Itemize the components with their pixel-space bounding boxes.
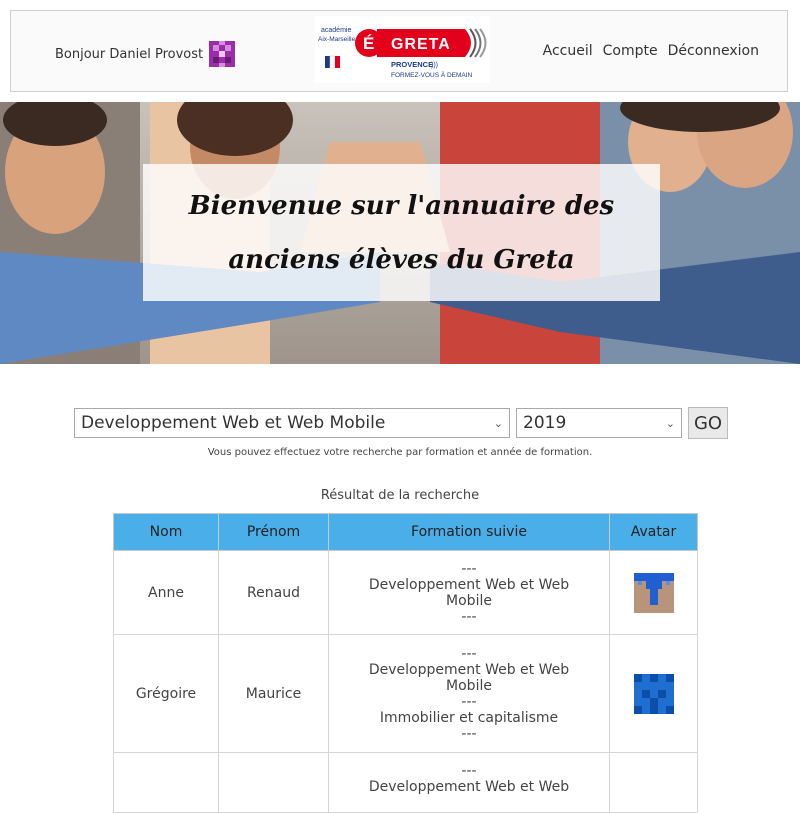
cell-prenom: Maurice bbox=[218, 634, 329, 753]
table-header-row: Nom Prénom Formation suivie Avatar bbox=[113, 513, 698, 551]
svg-text:))): ))) bbox=[431, 62, 438, 69]
cell-avatar bbox=[609, 752, 698, 813]
logo-slogan: FORMEZ-VOUS À DEMAIN bbox=[391, 70, 473, 79]
formation-line: --- bbox=[461, 693, 477, 710]
cell-avatar bbox=[609, 634, 698, 753]
nav-deconnexion[interactable]: Déconnexion bbox=[668, 43, 759, 59]
chevron-down-icon: ⌄ bbox=[493, 416, 503, 430]
column-header-nom: Nom bbox=[113, 513, 219, 551]
site-header: Bonjour Daniel Provost académie Aix-Mars… bbox=[10, 10, 788, 92]
table-row: Grégoire Maurice --- Developpement Web e… bbox=[113, 634, 698, 753]
cell-prenom: Renaud bbox=[218, 550, 329, 635]
logo-brand: GRETA bbox=[391, 36, 451, 53]
formation-line: Mobile bbox=[446, 592, 492, 609]
hero-title-box: Bienvenue sur l'annuaire des anciens élè… bbox=[143, 164, 660, 301]
formation-select-value: Developpement Web et Web Mobile bbox=[81, 413, 386, 433]
logo-academie-line1: académie bbox=[321, 27, 351, 34]
formation-line: --- bbox=[461, 608, 477, 625]
user-greeting: Bonjour Daniel Provost bbox=[55, 41, 236, 67]
svg-text:É: É bbox=[363, 34, 374, 53]
cell-avatar bbox=[609, 550, 698, 635]
search-hint: Vous pouvez effectuez votre recherche pa… bbox=[207, 447, 593, 458]
formation-line: Developpement Web et Web bbox=[368, 576, 570, 593]
search-form: Developpement Web et Web Mobile ⌄ 2019 ⌄… bbox=[74, 407, 728, 439]
greta-logo[interactable]: académie Aix-Marseille É GRETA PROVENCE … bbox=[315, 16, 490, 83]
avatar-blue-tan-icon bbox=[633, 572, 674, 613]
formation-line: Developpement Web et Web bbox=[368, 661, 570, 678]
column-header-formation: Formation suivie bbox=[328, 513, 610, 551]
formation-line: --- bbox=[461, 763, 477, 779]
table-row: Anne Renaud --- Developpement Web et Web… bbox=[113, 550, 698, 635]
cell-formation: --- Developpement Web et Web bbox=[328, 752, 610, 813]
results-title: Résultat de la recherche bbox=[320, 488, 480, 503]
cell-nom: Grégoire bbox=[113, 634, 219, 753]
main-nav: Accueil Compte Déconnexion bbox=[543, 43, 759, 59]
formation-line: --- bbox=[461, 645, 477, 662]
formation-line: --- bbox=[461, 725, 477, 742]
logo-region: PROVENCE bbox=[391, 60, 433, 69]
year-select[interactable]: 2019 ⌄ bbox=[516, 408, 682, 438]
nav-compte[interactable]: Compte bbox=[603, 43, 658, 59]
results-table: Nom Prénom Formation suivie Avatar Anne … bbox=[113, 513, 698, 813]
formation-line: Immobilier et capitalisme bbox=[379, 709, 559, 726]
table-row: --- Developpement Web et Web bbox=[113, 752, 698, 813]
user-avatar-icon bbox=[209, 41, 236, 67]
hero-title: Bienvenue sur l'annuaire des anciens élè… bbox=[188, 190, 615, 275]
nav-accueil[interactable]: Accueil bbox=[543, 43, 593, 59]
cell-formation: --- Developpement Web et Web Mobile --- … bbox=[328, 634, 610, 753]
greeting-text: Bonjour Daniel Provost bbox=[55, 46, 204, 62]
cell-prenom bbox=[218, 752, 329, 813]
cell-nom: Anne bbox=[113, 550, 219, 635]
formation-line: Developpement Web et Web bbox=[368, 779, 570, 795]
cell-formation: --- Developpement Web et Web Mobile --- bbox=[328, 550, 610, 635]
avatar-blue-pattern-icon bbox=[633, 673, 674, 714]
column-header-avatar: Avatar bbox=[609, 513, 698, 551]
logo-academie-line2: Aix-Marseille bbox=[318, 36, 356, 43]
cell-nom bbox=[113, 752, 219, 813]
column-header-prenom: Prénom bbox=[218, 513, 329, 551]
go-button[interactable]: GO bbox=[688, 407, 728, 439]
formation-select[interactable]: Developpement Web et Web Mobile ⌄ bbox=[74, 408, 510, 438]
formation-line: Mobile bbox=[446, 677, 492, 694]
chevron-down-icon: ⌄ bbox=[665, 416, 675, 430]
year-select-value: 2019 bbox=[523, 413, 567, 433]
formation-line: --- bbox=[461, 560, 477, 577]
hero-banner: Bienvenue sur l'annuaire des anciens élè… bbox=[0, 102, 800, 364]
